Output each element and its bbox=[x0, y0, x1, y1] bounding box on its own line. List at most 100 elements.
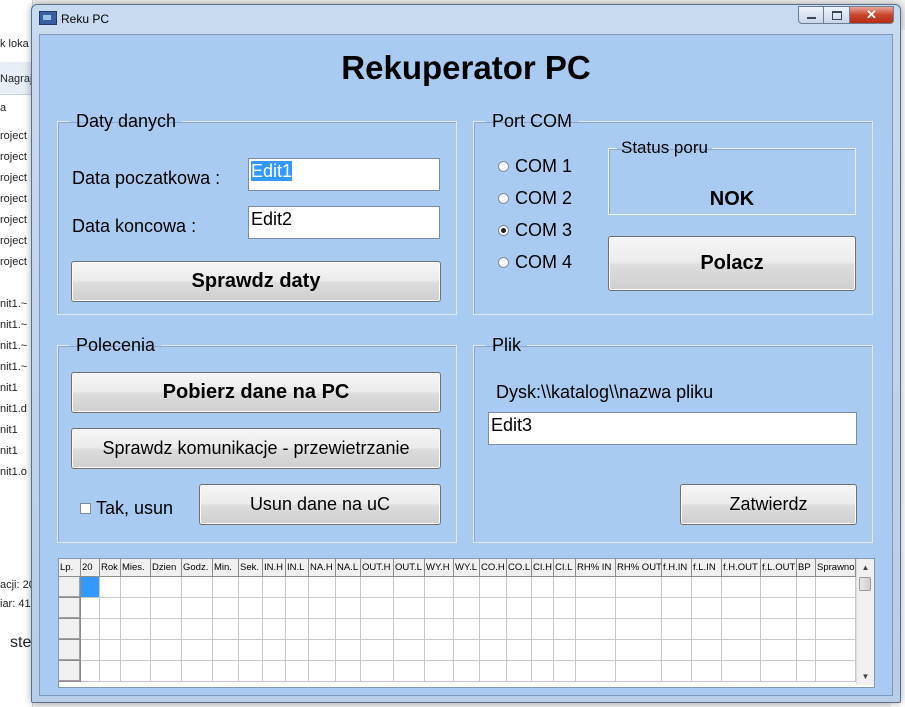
row-header-cell[interactable] bbox=[59, 619, 81, 640]
table-cell[interactable] bbox=[309, 661, 336, 682]
table-cell[interactable] bbox=[121, 619, 151, 640]
table-cell[interactable] bbox=[309, 640, 336, 661]
table-cell[interactable] bbox=[662, 598, 692, 619]
table-cell[interactable] bbox=[239, 577, 263, 598]
table-cell[interactable] bbox=[722, 661, 761, 682]
minimize-button[interactable] bbox=[798, 6, 824, 24]
table-cell[interactable] bbox=[263, 619, 286, 640]
table-cell[interactable] bbox=[576, 661, 616, 682]
table-cell[interactable] bbox=[816, 598, 856, 619]
column-header[interactable]: CO.H bbox=[480, 559, 507, 577]
table-cell[interactable] bbox=[309, 598, 336, 619]
table-cell[interactable] bbox=[761, 577, 797, 598]
table-cell[interactable] bbox=[263, 577, 286, 598]
table-cell[interactable] bbox=[213, 598, 239, 619]
table-cell[interactable] bbox=[761, 661, 797, 682]
column-header[interactable]: Godz. bbox=[182, 559, 213, 577]
table-cell[interactable] bbox=[761, 598, 797, 619]
table-cell[interactable] bbox=[454, 661, 480, 682]
table-cell[interactable] bbox=[797, 640, 816, 661]
table-cell[interactable] bbox=[425, 577, 454, 598]
column-header[interactable]: Min. bbox=[213, 559, 239, 577]
table-cell[interactable] bbox=[213, 661, 239, 682]
table-cell[interactable] bbox=[213, 619, 239, 640]
table-cell[interactable] bbox=[182, 661, 213, 682]
table-cell[interactable] bbox=[361, 598, 394, 619]
table-cell[interactable] bbox=[286, 577, 309, 598]
check-dates-button[interactable]: Sprawdz daty bbox=[71, 261, 441, 302]
title-bar[interactable]: Reku PC ✕ bbox=[32, 5, 900, 31]
radio-com1[interactable]: COM 1 bbox=[498, 156, 572, 177]
column-header[interactable]: CI.H bbox=[532, 559, 554, 577]
table-cell[interactable] bbox=[286, 640, 309, 661]
table-cell[interactable] bbox=[263, 661, 286, 682]
column-header[interactable]: Lp. bbox=[59, 559, 81, 577]
table-cell[interactable] bbox=[797, 619, 816, 640]
table-cell[interactable] bbox=[816, 661, 856, 682]
table-cell[interactable] bbox=[576, 577, 616, 598]
column-header[interactable]: CO.L bbox=[507, 559, 532, 577]
table-cell[interactable] bbox=[286, 598, 309, 619]
table-cell[interactable] bbox=[239, 661, 263, 682]
table-cell[interactable] bbox=[336, 661, 361, 682]
close-button[interactable]: ✕ bbox=[850, 6, 894, 24]
column-header[interactable]: IN.H bbox=[263, 559, 286, 577]
table-cell[interactable] bbox=[507, 661, 532, 682]
table-cell[interactable] bbox=[761, 640, 797, 661]
column-header[interactable]: OUT.L bbox=[394, 559, 425, 577]
table-cell[interactable] bbox=[394, 661, 425, 682]
table-cell[interactable] bbox=[100, 577, 121, 598]
column-header[interactable]: WY.H bbox=[425, 559, 454, 577]
table-cell[interactable] bbox=[532, 577, 554, 598]
table-cell[interactable] bbox=[81, 661, 100, 682]
confirm-delete-checkbox[interactable]: Tak, usun bbox=[80, 498, 173, 519]
table-cell[interactable] bbox=[151, 577, 182, 598]
table-cell[interactable] bbox=[361, 661, 394, 682]
table-cell[interactable] bbox=[394, 598, 425, 619]
table-cell[interactable] bbox=[722, 619, 761, 640]
table-cell[interactable] bbox=[507, 598, 532, 619]
table-cell[interactable] bbox=[797, 577, 816, 598]
table-cell[interactable] bbox=[554, 640, 576, 661]
row-header-cell[interactable] bbox=[59, 598, 81, 619]
table-cell[interactable] bbox=[576, 598, 616, 619]
scroll-up-icon[interactable]: ▲ bbox=[857, 559, 874, 576]
table-cell[interactable] bbox=[394, 619, 425, 640]
table-cell[interactable] bbox=[263, 598, 286, 619]
table-cell[interactable] bbox=[336, 598, 361, 619]
delete-data-button[interactable]: Usun dane na uC bbox=[199, 484, 441, 525]
table-vertical-scrollbar[interactable]: ▲ ▼ bbox=[856, 559, 874, 685]
table-cell[interactable] bbox=[532, 661, 554, 682]
column-header[interactable]: Sek. bbox=[239, 559, 263, 577]
table-cell[interactable] bbox=[480, 640, 507, 661]
table-cell[interactable] bbox=[816, 640, 856, 661]
table-cell[interactable] bbox=[797, 598, 816, 619]
table-cell[interactable] bbox=[239, 598, 263, 619]
table-cell[interactable] bbox=[692, 598, 722, 619]
table-cell[interactable] bbox=[151, 661, 182, 682]
table-cell[interactable] bbox=[151, 640, 182, 661]
table-cell[interactable] bbox=[336, 640, 361, 661]
scroll-thumb[interactable] bbox=[859, 577, 871, 591]
table-cell[interactable] bbox=[454, 598, 480, 619]
table-cell[interactable] bbox=[425, 661, 454, 682]
table-cell[interactable] bbox=[286, 619, 309, 640]
column-header[interactable]: 20 bbox=[81, 559, 100, 577]
table-cell[interactable] bbox=[425, 598, 454, 619]
row-header-cell[interactable] bbox=[59, 661, 81, 682]
table-cell[interactable] bbox=[662, 640, 692, 661]
table-cell[interactable] bbox=[182, 619, 213, 640]
table-cell[interactable] bbox=[616, 598, 662, 619]
table-cell[interactable] bbox=[286, 661, 309, 682]
radio-com4[interactable]: COM 4 bbox=[498, 252, 572, 273]
column-header[interactable]: Sprawno bbox=[816, 559, 856, 577]
column-header[interactable]: f.H.OUT bbox=[722, 559, 761, 577]
column-header[interactable]: IN.L bbox=[286, 559, 309, 577]
table-cell[interactable] bbox=[480, 577, 507, 598]
end-date-field[interactable]: Edit2 bbox=[248, 206, 440, 239]
table-cell[interactable] bbox=[336, 619, 361, 640]
column-header[interactable]: Mies. bbox=[121, 559, 151, 577]
column-header[interactable]: Rok bbox=[100, 559, 121, 577]
column-header[interactable]: CI.L bbox=[554, 559, 576, 577]
column-header[interactable]: BP bbox=[797, 559, 816, 577]
